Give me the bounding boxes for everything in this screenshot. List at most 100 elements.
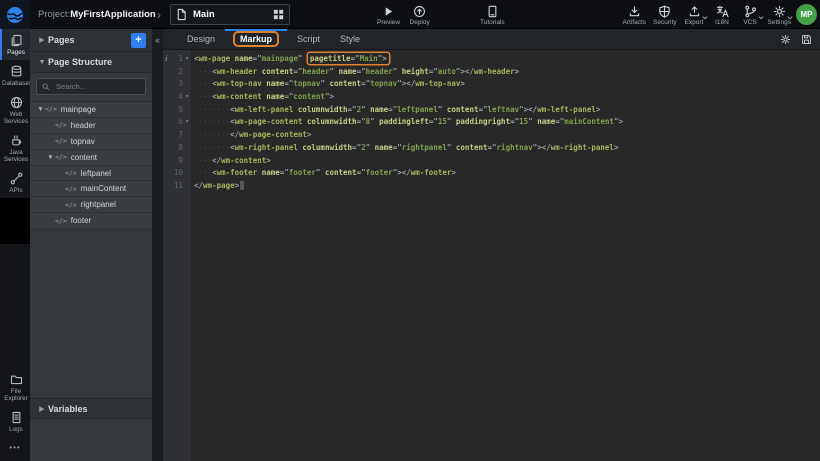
caret-down-icon: [758, 7, 764, 25]
code-line-2[interactable]: 2····<wm-header content="header" name="h…: [163, 66, 820, 79]
open-page-tab[interactable]: Main: [170, 4, 290, 25]
save-icon[interactable]: [801, 34, 812, 45]
page-structure-header[interactable]: ▼ Page Structure: [30, 52, 152, 73]
code-text: ········<wm-left-panel columnwidth="2" n…: [191, 104, 600, 117]
database-icon: [10, 65, 23, 78]
markup-code-editor[interactable]: i1▾<wm-page name="mainpage" pagetitle="M…: [163, 50, 820, 461]
tree-item-rightpanel[interactable]: </>rightpanel: [30, 197, 152, 213]
tree-item-label: header: [71, 121, 96, 130]
tab-design[interactable]: Design: [177, 29, 225, 49]
structure-header-label: Page Structure: [48, 57, 112, 67]
tree-item-mainContent[interactable]: </>mainContent: [30, 181, 152, 197]
line-number: 11: [170, 180, 183, 193]
gear-icon[interactable]: [780, 34, 791, 45]
code-line-3[interactable]: 3····<wm-top-nav name="topnav" content="…: [163, 78, 820, 91]
pages-section-header[interactable]: ▶ Pages +: [30, 29, 152, 52]
tree-item-leftpanel[interactable]: </>leftpanel: [30, 166, 152, 182]
sidebar-item-databases[interactable]: Databases: [0, 60, 30, 91]
fold-toggle-icon: [183, 142, 191, 155]
topbar-action-export[interactable]: Export: [681, 0, 708, 29]
sidebar-item-logs[interactable]: Logs: [0, 406, 30, 437]
topbar-action-settings[interactable]: Settings: [765, 0, 795, 29]
topbar-action-vcs[interactable]: VCS: [737, 0, 764, 29]
sidebar-item-web-services[interactable]: Web Services: [0, 91, 30, 129]
topbar-action-preview[interactable]: Preview: [374, 0, 403, 29]
topbar-action-tutorials[interactable]: Tutorials: [477, 0, 508, 29]
topbar-action-security[interactable]: Security: [650, 0, 679, 29]
tree-item-footer[interactable]: </>footer: [30, 213, 152, 229]
sidebar-item-apis[interactable]: APIs: [0, 167, 30, 198]
fold-toggle-icon[interactable]: ▾: [183, 53, 191, 66]
fold-toggle-icon[interactable]: ▾: [183, 91, 191, 104]
sidebar-item-pages[interactable]: Pages: [0, 29, 30, 60]
wavemaker-studio-window: Project:MyFirstApplication › Main Previe…: [0, 0, 820, 461]
variables-section-header[interactable]: ▶ Variables: [30, 398, 152, 419]
code-line-11[interactable]: 11</wm-page>: [163, 180, 820, 193]
sidebar-item-label: APIs: [2, 187, 30, 194]
tree-item-label: content: [71, 153, 97, 162]
code-line-5[interactable]: 5········<wm-left-panel columnwidth="2" …: [163, 104, 820, 117]
editor-tabs: DesignMarkupScriptStyle: [177, 29, 370, 49]
code-line-10[interactable]: 10····<wm-footer name="footer" content="…: [163, 167, 820, 180]
wavemaker-logo-icon: [6, 6, 24, 24]
sidebar-item-label: Databases: [2, 80, 30, 87]
code-text: ····<wm-top-nav name="topnav" content="t…: [191, 78, 465, 91]
tab-style[interactable]: Style: [330, 29, 370, 49]
tree-item-label: leftpanel: [81, 169, 111, 178]
chevron-down-icon[interactable]: ▼: [46, 154, 55, 161]
code-line-8[interactable]: 8········<wm-right-panel columnwidth="2"…: [163, 142, 820, 155]
code-line-9[interactable]: 9····</wm-content>: [163, 155, 820, 168]
app-logo[interactable]: [0, 0, 30, 29]
fold-toggle-icon: [183, 129, 191, 142]
sidebar-item-label: Pages: [2, 49, 30, 56]
tree-item-content[interactable]: ▼</>content: [30, 150, 152, 166]
sidebar-item-label: Java Services: [2, 149, 30, 163]
fold-toggle-icon: [183, 167, 191, 180]
action-label: Tutorials: [480, 19, 505, 26]
sidebar-item-file-explorer[interactable]: File Explorer: [0, 368, 30, 406]
code-line-1[interactable]: i1▾<wm-page name="mainpage" pagetitle="M…: [163, 53, 820, 66]
info-marker: [163, 91, 170, 104]
info-marker: [163, 129, 170, 142]
pages-header-label: Pages: [48, 35, 75, 45]
editor-tab-bar: DesignMarkupScriptStyle: [163, 29, 820, 50]
topbar-action-i18n[interactable]: I18N: [709, 0, 736, 29]
code-line-4[interactable]: 4▾····<wm-content name="content">: [163, 91, 820, 104]
grid-icon[interactable]: [273, 9, 284, 20]
line-number: 4: [170, 91, 183, 104]
fold-toggle-icon: [183, 180, 191, 193]
sidebar-item-label: File Explorer: [2, 388, 30, 402]
chevron-down-icon[interactable]: ▼: [36, 106, 45, 113]
fold-toggle-icon[interactable]: ▾: [183, 116, 191, 129]
sidebar-item-java-services[interactable]: Java Services: [0, 129, 30, 167]
code-line-7[interactable]: 7········</wm-page-content>: [163, 129, 820, 142]
deploy-icon: [413, 5, 426, 18]
topbar-action-artifacts[interactable]: Artifacts: [620, 0, 649, 29]
search-input[interactable]: [54, 81, 140, 92]
project-label: Project:: [38, 9, 70, 20]
security-icon: [658, 5, 671, 18]
gutter: 4▾: [163, 91, 191, 104]
add-page-button[interactable]: +: [131, 33, 146, 48]
info-marker: [163, 66, 170, 79]
code-line-6[interactable]: 6▾········<wm-page-content columnwidth="…: [163, 116, 820, 129]
text-cursor: [240, 181, 244, 190]
tree-item-topnav[interactable]: </>topnav: [30, 134, 152, 150]
topbar-action-deploy[interactable]: Deploy: [406, 0, 433, 29]
action-label: Security: [653, 19, 676, 26]
topbar-tutorials: Tutorials: [477, 0, 508, 29]
sidebar-more-button[interactable]: •••: [0, 437, 30, 457]
collapse-panel-button[interactable]: «: [152, 35, 163, 45]
tab-markup[interactable]: Markup: [225, 29, 287, 49]
user-avatar[interactable]: MP: [796, 4, 817, 25]
tutorials-icon: [486, 5, 499, 18]
settings-icon: [773, 5, 786, 18]
tree-item-header[interactable]: </>header: [30, 118, 152, 134]
tab-script[interactable]: Script: [287, 29, 330, 49]
file-icon: [176, 8, 187, 21]
info-marker: i: [163, 53, 170, 66]
annotation-highlight: pagetitle="Main">: [308, 53, 389, 64]
left-rail: Pages Databases Web Services Java Services A…: [0, 29, 30, 461]
tree-item-mainpage[interactable]: ▼</>mainpage: [30, 102, 152, 118]
globe-icon: [10, 96, 23, 109]
